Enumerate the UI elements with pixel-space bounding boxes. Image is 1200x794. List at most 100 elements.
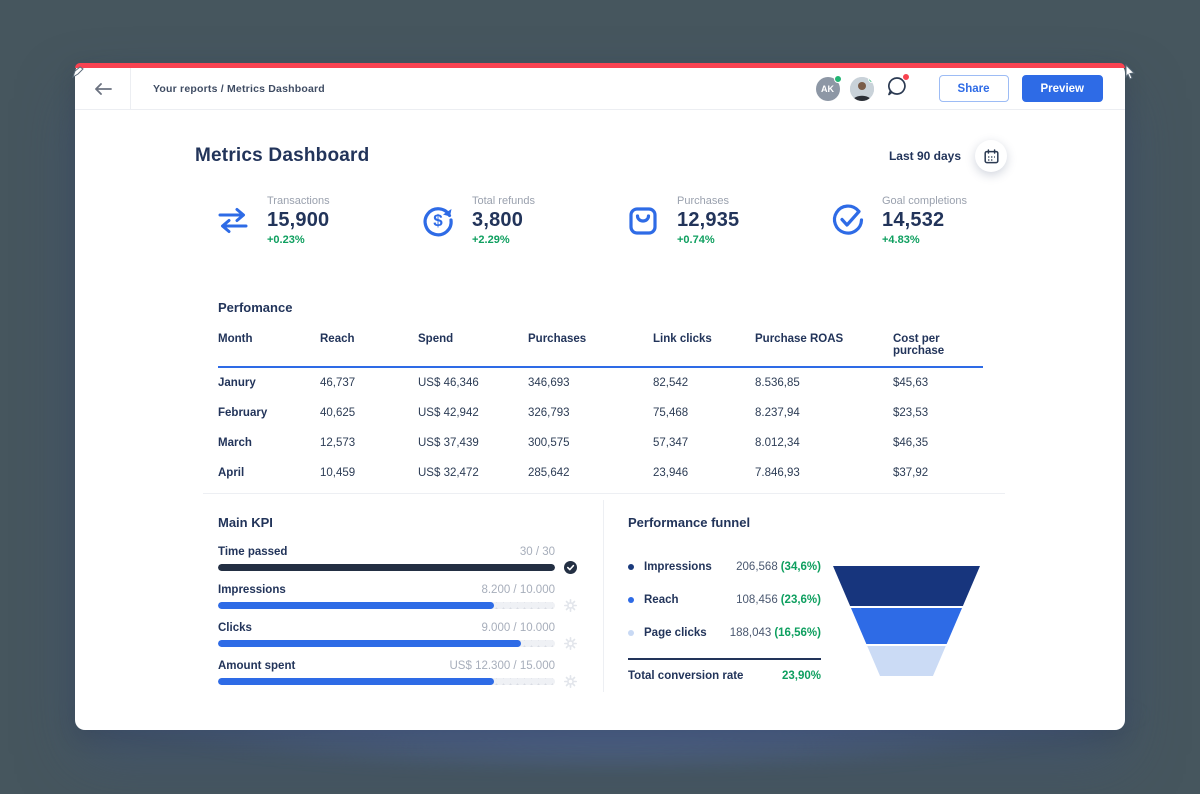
kpi-label: Total refunds [472,195,535,207]
breadcrumb: Your reports / Metrics Dashboard [153,83,325,95]
comments-button[interactable] [886,75,908,102]
performance-table: Month Reach Spend Purchases Link clicks … [218,333,983,488]
kpi-value: 15,900 [267,209,330,232]
table-header-row: Month Reach Spend Purchases Link clicks … [218,333,983,368]
kpi-progress-time-passed: Time passed 30 / 30 [218,546,555,571]
progress-fill [218,640,521,647]
preview-button[interactable]: Preview [1022,75,1103,102]
cell-roas: 8.536,85 [755,377,893,389]
progress-fill [218,564,555,571]
toolbar: Your reports / Metrics Dashboard AK Shar… [75,68,1125,110]
progress-track [218,640,555,647]
kpi-label: Purchases [677,195,739,207]
kpi-transactions: Transactions 15,900 +0.23% [215,195,420,246]
table-row: March 12,573 US$ 37,439 300,575 57,347 8… [218,428,983,458]
shopping-bag-icon [625,202,661,238]
progress-label: Time passed [218,546,287,558]
cell-reach: 40,625 [320,407,418,419]
calendar-icon [984,149,999,164]
pending-gear-icon [564,599,577,612]
cell-spend: US$ 46,346 [418,377,528,389]
kpi-progress-amount-spent: Amount spent US$ 12.300 / 15.000 [218,660,555,685]
column-header[interactable]: Link clicks [653,333,755,357]
cell-month: February [218,407,320,419]
page-title: Metrics Dashboard [195,145,369,167]
legend-label: Page clicks [644,627,707,639]
cell-roas: 8.012,34 [755,437,893,449]
cell-spend: US$ 42,942 [418,407,528,419]
total-conversion-rate: Total conversion rate 23,90% [628,658,821,682]
transfer-arrows-icon [215,202,251,238]
legend-dot [628,597,634,603]
online-status-dot [834,75,842,83]
cell-month: March [218,437,320,449]
table-row: Janury 46,737 US$ 46,346 346,693 82,542 … [218,368,983,398]
date-range-label: Last 90 days [889,149,961,163]
kpi-progress-impressions: Impressions 8.200 / 10.000 [218,584,555,609]
cell-purchases: 326,793 [528,407,653,419]
cell-spend: US$ 37,439 [418,437,528,449]
column-header[interactable]: Cost per purchase [893,333,983,357]
total-conversion-value: 23,90% [782,670,821,682]
kpi-delta: +4.83% [882,234,967,246]
cell-purchases: 346,693 [528,377,653,389]
funnel-segment-reach[interactable] [833,608,980,644]
cell-reach: 46,737 [320,377,418,389]
kpi-row: Transactions 15,900 +0.23% $ Total refun… [215,195,1035,246]
funnel-chart [833,566,980,676]
kpi-delta: +0.74% [677,234,739,246]
notification-dot [902,73,910,81]
legend-label: Reach [644,594,679,606]
cell-cost: $45,63 [893,377,983,389]
kpi-value: 12,935 [677,209,739,232]
cell-reach: 10,459 [320,467,418,479]
cell-cost: $23,53 [893,407,983,419]
legend-percent: (34,6%) [781,561,821,573]
cell-purchases: 300,575 [528,437,653,449]
performance-section-title: Perfomance [218,300,292,315]
dashboard-window: Your reports / Metrics Dashboard AK Shar… [75,63,1125,730]
cell-purchases: 285,642 [528,467,653,479]
funnel-segment-impressions[interactable] [833,566,980,606]
column-header[interactable]: Purchase ROAS [755,333,893,357]
progress-value: 30 / 30 [520,546,555,558]
table-row: February 40,625 US$ 42,942 326,793 75,46… [218,398,983,428]
check-circle-icon [830,202,866,238]
kpi-goal-completions: Goal completions 14,532 +4.83% [830,195,1035,246]
toolbar-actions: AK Share Preview [806,75,1125,102]
share-button[interactable]: Share [939,75,1009,102]
progress-value: US$ 12.300 / 15.000 [450,660,556,672]
online-status-dot [868,77,874,83]
legend-item-impressions: Impressions 206,568 (34,6%) [628,558,821,575]
main-kpi-section-title: Main KPI [218,515,273,530]
table-row: April 10,459 US$ 32,472 285,642 23,946 7… [218,458,983,488]
user-avatar-photo[interactable] [850,77,874,101]
complete-check-icon [564,561,577,574]
back-button[interactable] [75,68,130,109]
progress-fill [218,678,494,685]
funnel-segment-page-clicks[interactable] [833,646,980,676]
legend-dot [628,564,634,570]
kpi-total-refunds: $ Total refunds 3,800 +2.29% [420,195,625,246]
column-header[interactable]: Month [218,333,320,357]
kpi-value: 3,800 [472,209,535,232]
pending-gear-icon [564,637,577,650]
cell-link-clicks: 75,468 [653,407,755,419]
funnel-section-title: Performance funnel [628,515,750,530]
panel-divider [603,500,604,692]
user-avatar-initials[interactable]: AK [816,77,840,101]
progress-label: Clicks [218,622,252,634]
column-header[interactable]: Spend [418,333,528,357]
kpi-purchases: Purchases 12,935 +0.74% [625,195,830,246]
column-header[interactable]: Reach [320,333,418,357]
legend-item-page-clicks: Page clicks 188,043 (16,56%) [628,624,821,641]
date-picker-button[interactable] [975,140,1007,172]
legend-dot [628,630,634,636]
progress-track [218,564,555,571]
kpi-value: 14,532 [882,209,967,232]
cell-link-clicks: 23,946 [653,467,755,479]
cell-reach: 12,573 [320,437,418,449]
cell-roas: 7.846,93 [755,467,893,479]
column-header[interactable]: Purchases [528,333,653,357]
avatar-initials-text: AK [821,84,834,94]
